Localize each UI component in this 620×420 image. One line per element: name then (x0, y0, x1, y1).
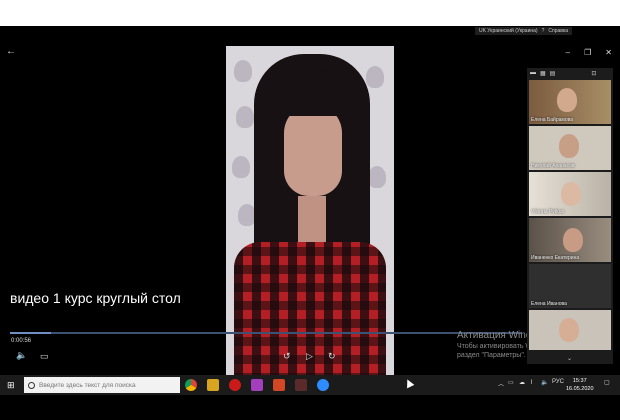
minimize-button[interactable]: – (566, 48, 570, 57)
wallpaper-pattern (366, 66, 384, 88)
main-video-frame (226, 46, 394, 378)
chrome-icon[interactable] (185, 379, 197, 391)
participant-tile[interactable]: Николай Апанасов (529, 126, 611, 170)
participant-tile[interactable]: Елена Иванова (529, 264, 611, 308)
participant-face (563, 228, 583, 252)
video-title: видео 1 курс круглый стол (10, 290, 181, 306)
person-face (284, 104, 342, 196)
clock-date: 16.05.2020 (566, 386, 594, 392)
scroll-down-icon[interactable]: ⌄ (567, 355, 572, 362)
back-arrow-icon[interactable]: ← (6, 46, 16, 57)
battery-icon[interactable]: ▭ (508, 379, 514, 386)
wallpaper-pattern (232, 156, 250, 178)
participant-face (559, 318, 579, 342)
participant-name: Елена Иванова (531, 301, 567, 307)
cloud-icon[interactable]: ☁ (519, 379, 525, 386)
gallery-view-icon[interactable]: ▤ (550, 70, 556, 77)
taskbar: ⊞ ︿ ▭ ☁ ⌇ 🔈 РУС 15:37 16.05.2020 ▢ (0, 375, 620, 395)
participant-face (561, 182, 581, 206)
participant-tile[interactable]: Иваненко Екатерина (529, 218, 611, 262)
subtitles-icon[interactable]: ▭ (40, 351, 49, 362)
expand-panel-icon[interactable]: ⊡ (591, 70, 596, 77)
activation-watermark: Активация Wind Чтобы активировать W разд… (457, 330, 532, 359)
movies-tv-icon[interactable] (295, 379, 307, 391)
participant-name: Елена Байрамова (531, 117, 573, 123)
participant-name: Viktoria Pytkun (531, 209, 565, 215)
windows-start-icon[interactable]: ⊞ (7, 380, 17, 390)
wallpaper-pattern (234, 60, 252, 82)
language-indicator[interactable]: UK Украинский (Украина) (479, 28, 538, 34)
taskbar-search-box[interactable] (24, 377, 180, 393)
person-neck (298, 196, 326, 248)
minimize-panel-icon[interactable]: ▬ (530, 70, 536, 76)
help-icon[interactable]: ? (542, 28, 545, 34)
language-bar[interactable]: UK Украинский (Украина) ? Справка (474, 27, 572, 35)
tray-chevron-icon[interactable]: ︿ (498, 379, 504, 388)
activation-title: Активация Wind (457, 330, 532, 341)
participant-name: Николай Апанасов (531, 163, 575, 169)
elapsed-time: 0:00:56 (11, 338, 32, 344)
play-button[interactable]: ▷ (306, 351, 313, 362)
top-strip (0, 0, 620, 26)
restore-button[interactable]: ❐ (584, 48, 591, 57)
participant-tile[interactable] (529, 310, 611, 350)
participant-tile[interactable]: Елена Байрамова (529, 80, 611, 124)
window-controls: – ❐ ✕ (566, 48, 612, 57)
app-icon[interactable] (251, 379, 263, 391)
app-icon[interactable] (207, 379, 219, 391)
participant-face (557, 88, 577, 112)
activation-line-1: Чтобы активировать W (457, 343, 533, 350)
close-button[interactable]: ✕ (605, 48, 612, 57)
system-clock[interactable]: 15:37 16.05.2020 (566, 377, 594, 393)
seek-bar[interactable] (10, 332, 522, 334)
search-input[interactable] (39, 381, 179, 389)
panel-toolbar: ▬ ▦ ▤ ⊡ (527, 68, 613, 78)
powerpoint-icon[interactable] (273, 379, 285, 391)
participant-face (559, 134, 579, 158)
volume-icon[interactable]: 🔈 (16, 350, 27, 361)
network-icon[interactable]: ⌇ (530, 379, 533, 386)
grid-view-icon[interactable]: ▦ (540, 70, 546, 77)
wallpaper-pattern (236, 106, 254, 128)
seek-bar-progress (10, 332, 51, 334)
help-link[interactable]: Справка (548, 28, 568, 34)
participant-name: Иваненко Екатерина (531, 255, 580, 261)
search-icon (28, 381, 35, 389)
opera-icon[interactable] (229, 379, 241, 391)
rewind-10-icon[interactable]: ↺ (283, 351, 291, 362)
zoom-icon[interactable] (317, 379, 329, 391)
participant-tile[interactable]: Viktoria Pytkun (529, 172, 611, 216)
clock-time: 15:37 (572, 378, 587, 384)
wallpaper-pattern (368, 166, 386, 188)
participants-panel: ▬ ▦ ▤ ⊡ Елена Байрамова Николай Апанасов… (527, 68, 613, 364)
forward-30-icon[interactable]: ↻ (328, 351, 336, 362)
notifications-icon[interactable]: ▢ (604, 379, 610, 386)
activation-line-2: раздел "Параметры". (457, 352, 526, 359)
language-indicator[interactable]: РУС (552, 379, 564, 385)
volume-tray-icon[interactable]: 🔈 (541, 379, 548, 386)
